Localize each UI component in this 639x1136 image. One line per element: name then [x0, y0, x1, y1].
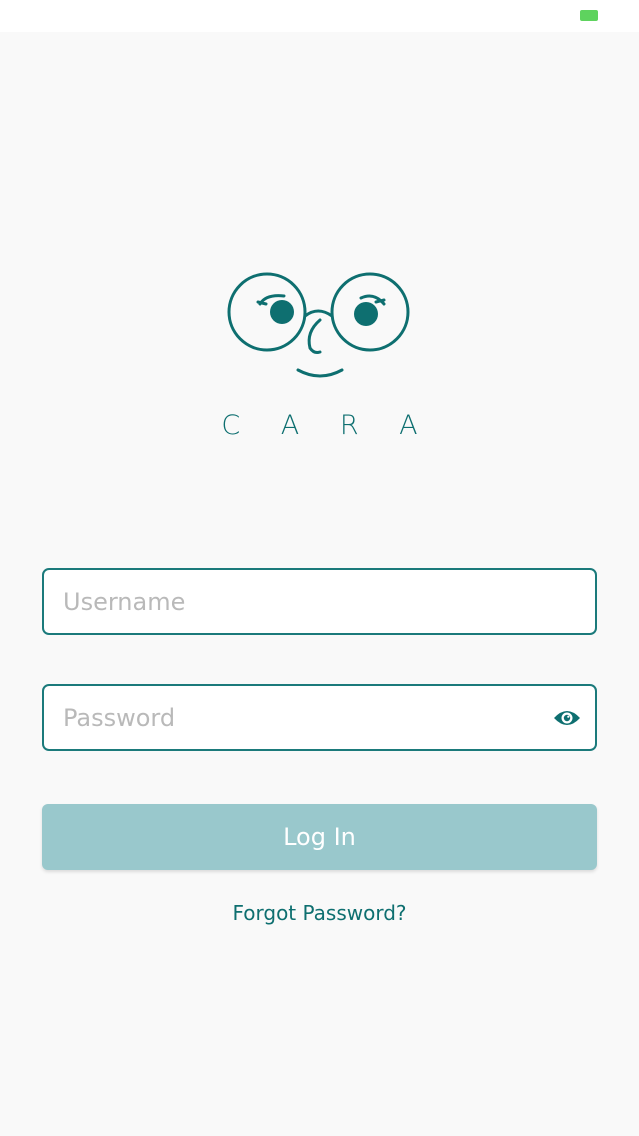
brand-name: C A R A — [221, 410, 434, 441]
face-with-glasses-icon — [227, 272, 410, 378]
battery-icon — [580, 10, 598, 21]
username-field-container — [42, 568, 597, 635]
login-button[interactable]: Log In — [42, 804, 597, 870]
username-input[interactable] — [44, 570, 595, 633]
password-field-container — [42, 684, 597, 751]
status-bar — [0, 0, 639, 32]
password-input[interactable] — [44, 686, 595, 749]
eye-icon[interactable] — [553, 708, 581, 728]
forgot-password-link[interactable]: Forgot Password? — [0, 901, 639, 925]
